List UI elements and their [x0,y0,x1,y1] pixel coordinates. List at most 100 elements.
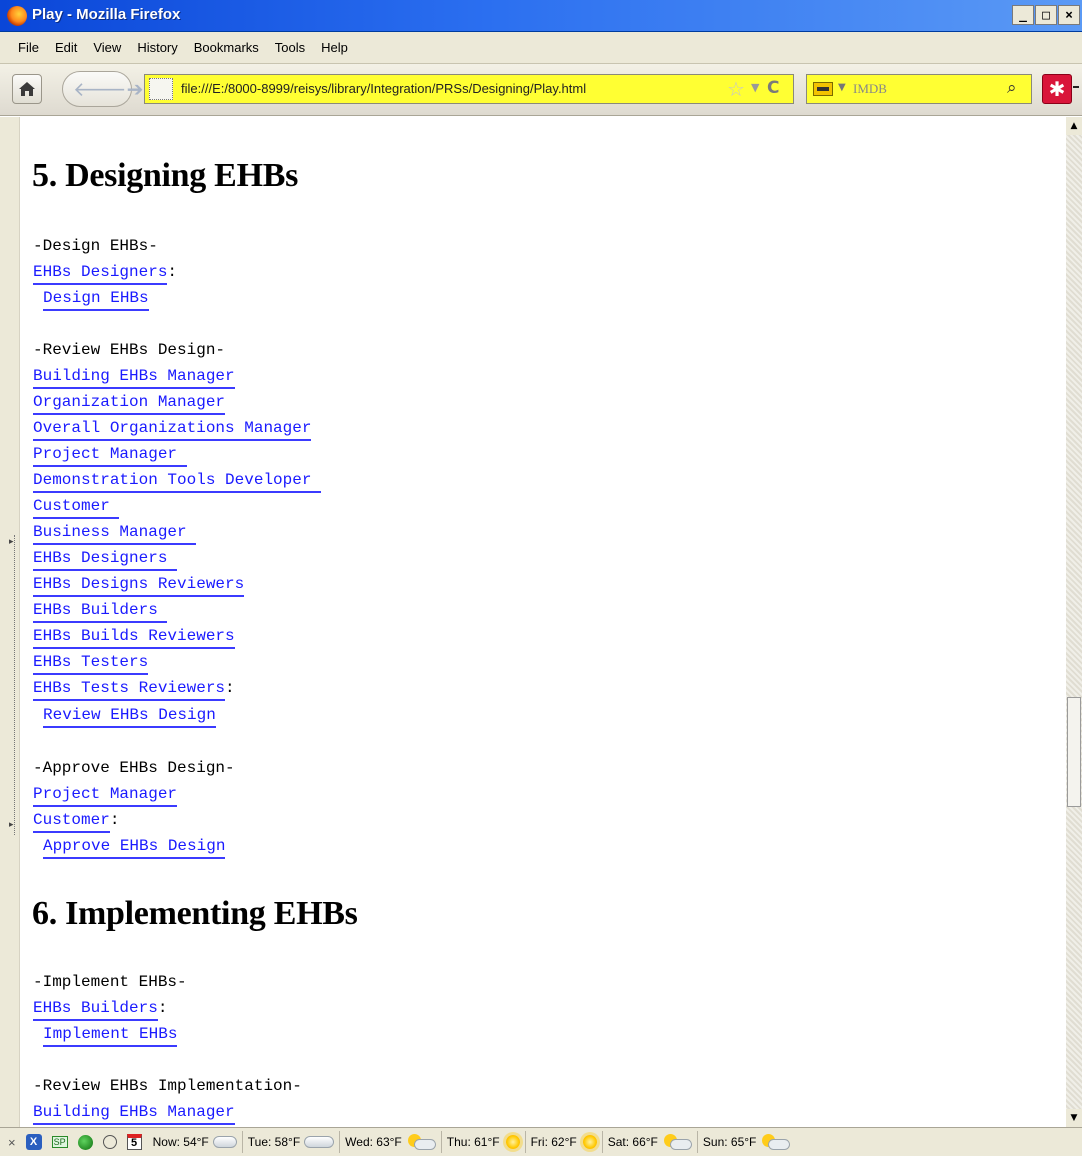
firefox-icon [7,6,27,26]
url-dropdown-icon[interactable]: ▼ [751,81,759,94]
home-button[interactable] [12,74,42,104]
scroll-thumb[interactable] [1067,697,1081,807]
minimize-button[interactable]: _ [1012,5,1034,25]
role-link[interactable]: Overall Organizations Manager [33,419,312,441]
weather-wed[interactable]: Wed: 63°F [339,1131,441,1153]
role-link[interactable]: EHBs Designs Reviewers [33,575,245,597]
role-link[interactable]: Customer [33,811,110,833]
window-controls: _ □ × [1012,5,1080,25]
role-line: Customer: [33,809,119,835]
menu-edit[interactable]: Edit [47,33,85,63]
title-bar: Play - Mozilla Firefox _ □ × [0,0,1082,32]
action-link[interactable]: Approve EHBs Design [43,837,226,859]
clock-icon[interactable] [102,1135,117,1149]
role-line: EHBs Tests Reviewers: [33,677,235,703]
section-heading: 6. Implementing EHBs [32,895,358,932]
role-link[interactable]: Organization Manager [33,393,226,415]
menu-help[interactable]: Help [313,33,356,63]
vertical-scrollbar[interactable]: ▲ ▼ [1066,117,1082,1127]
url-input[interactable]: file:///E:/8000-8999/reisys/library/Inte… [181,81,586,96]
sun-icon [582,1135,597,1149]
status-bar: × X SP 5 Now: 54°F Tue: 58°F Wed: 63°F T… [0,1127,1082,1156]
role-link[interactable]: EHBs Designers [33,549,178,571]
back-forward-group: 🡐 ➔ [62,71,143,107]
scroll-down-button[interactable]: ▼ [1066,1109,1082,1127]
cloud-icon [212,1136,237,1148]
addon-dropdown-icon[interactable] [1073,86,1079,88]
role-line: Project Manager [33,443,187,469]
weather-sun[interactable]: Sun: 65°F [696,1131,796,1153]
weather-sat[interactable]: Sat: 66°F [601,1131,697,1153]
sidebar-splitter[interactable]: ▸ ▸ [0,117,20,1127]
weather-label: Thu: 61°F [446,1135,500,1149]
role-line: EHBs Designers: [33,261,177,287]
menu-tools[interactable]: Tools [267,33,313,63]
role-link[interactable]: EHBs Designers [33,263,168,285]
page-content: 5. Designing EHBs -Design EHBs- EHBs Des… [20,117,1066,1127]
role-link[interactable]: EHBs Tests Reviewers [33,679,226,701]
partly-cloudy-icon [406,1134,436,1150]
sp-badge[interactable]: SP [51,1136,68,1148]
role-link[interactable]: Project Manager [33,785,178,807]
partly-cloudy-icon [760,1134,791,1150]
site-identity-icon[interactable] [149,78,173,100]
weather-label: Sun: 65°F [702,1135,757,1149]
step-label: -Implement EHBs- [33,973,187,991]
close-button[interactable]: × [1058,5,1080,25]
scroll-up-button[interactable]: ▲ [1066,117,1082,135]
extension-icon[interactable]: X [25,1134,42,1150]
role-link[interactable]: Project Manager [33,445,187,467]
home-icon [19,82,35,96]
menu-history[interactable]: History [129,33,185,63]
search-input[interactable]: IMDB [853,81,887,97]
weather-tue[interactable]: Tue: 58°F [241,1131,339,1153]
role-link[interactable]: Demonstration Tools Developer [33,471,322,493]
action-link[interactable]: Review EHBs Design [43,706,216,728]
calendar-icon[interactable]: 5 [126,1134,142,1150]
role-link[interactable]: EHBs Builds Reviewers [33,627,235,649]
action-line: Approve EHBs Design [43,835,226,861]
forward-button[interactable]: ➔ [127,79,144,99]
role-link[interactable]: Building EHBs Manager [33,367,235,389]
menu-file[interactable]: File [10,33,47,63]
action-link[interactable]: Implement EHBs [43,1025,178,1047]
close-addon-bar-icon[interactable]: × [8,1135,16,1150]
menu-bookmarks[interactable]: Bookmarks [186,33,267,63]
colon: : [157,999,168,1017]
addon-button[interactable]: ✱ [1042,74,1072,104]
colon: : [167,263,178,281]
menu-view[interactable]: View [85,33,129,63]
bookmark-star-icon[interactable]: ☆ [727,77,745,101]
role-link[interactable]: Customer [33,497,120,519]
search-engine-icon[interactable] [813,82,833,96]
splitter-grip [14,535,15,835]
weather-now[interactable]: Now: 54°F [148,1131,242,1153]
weather-label: Now: 54°F [152,1135,209,1149]
step-label: -Design EHBs- [33,237,158,255]
role-link[interactable]: EHBs Builders [33,999,158,1021]
role-link[interactable]: EHBs Builders [33,601,168,623]
weather-fri[interactable]: Fri: 62°F [524,1131,602,1153]
action-line: Review EHBs Design [43,704,216,730]
action-link[interactable]: Design EHBs [43,289,149,311]
role-link[interactable]: EHBs Testers [33,653,149,675]
menu-bar: File Edit View History Bookmarks Tools H… [0,32,1082,64]
role-line: Building EHBs Manager [33,1101,235,1127]
maximize-button[interactable]: □ [1035,5,1057,25]
role-line: EHBs Designers [33,547,178,573]
role-line: Organization Manager [33,391,226,417]
section-heading: 5. Designing EHBs [32,157,299,194]
globe-icon[interactable] [77,1134,93,1150]
engine-dropdown-icon[interactable]: ▼ [838,82,846,93]
weather-label: Tue: 58°F [247,1135,301,1149]
search-icon[interactable]: ⌕ [1007,78,1017,98]
splitter-arrow-icon: ▸ [9,537,14,547]
role-line: Building EHBs Manager [33,365,235,391]
url-bar[interactable]: file:///E:/8000-8999/reisys/library/Inte… [144,74,794,104]
back-button[interactable]: 🡐 [73,79,127,99]
role-link[interactable]: Business Manager [33,523,197,545]
search-bar[interactable]: ▼ IMDB ⌕ [806,74,1032,104]
reload-icon[interactable]: C [767,78,779,98]
role-link[interactable]: Building EHBs Manager [33,1103,235,1125]
weather-thu[interactable]: Thu: 61°F [440,1131,525,1153]
